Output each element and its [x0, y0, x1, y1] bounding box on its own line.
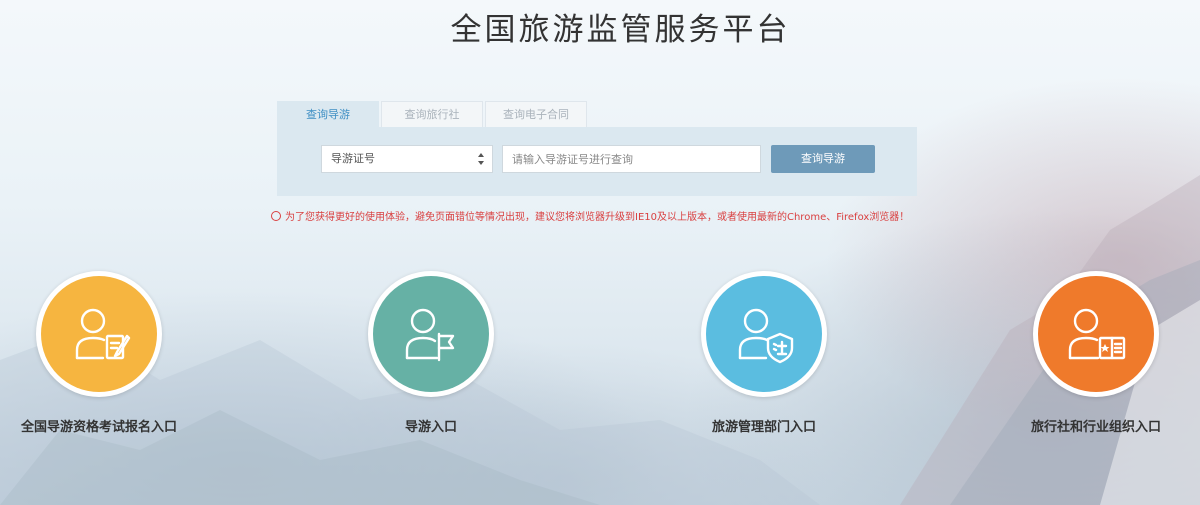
search-panel-body: 导游证号 查询导游 [277, 127, 917, 196]
tab-query-e-contract[interactable]: 查询电子合同 [485, 101, 587, 127]
browser-warning: 为了您获得更好的使用体验，避免页面错位等情况出现，建议您将浏览器升级到IE10及… [271, 211, 931, 225]
person-certificate-icon [1068, 308, 1126, 360]
browser-warning-text: 为了您获得更好的使用体验，避免页面错位等情况出现，建议您将浏览器升级到IE10及… [285, 212, 910, 223]
tab-query-guide[interactable]: 查询导游 [277, 101, 379, 127]
entry-tourism-authority[interactable]: 旅游管理部门入口 [664, 271, 864, 441]
entry-guide-label: 导游入口 [404, 420, 457, 435]
person-flag-icon [405, 308, 455, 362]
entry-icon-ring [36, 271, 162, 397]
entry-icon-ring [701, 271, 827, 397]
select-arrows-icon [478, 153, 484, 165]
entry-icon-disc [373, 276, 489, 392]
entry-icon-disc [41, 276, 157, 392]
entry-icon-ring [1033, 271, 1159, 397]
page-title: 全国旅游监管服务平台 [450, 12, 791, 48]
search-input[interactable] [502, 145, 761, 173]
person-edit-icon [75, 308, 131, 360]
search-tabs: 查询导游 查询旅行社 查询电子合同 [277, 101, 589, 127]
entry-icon-disc [1038, 276, 1154, 392]
entry-icon-ring [368, 271, 494, 397]
entry-icon-disc [706, 276, 822, 392]
search-panel: 查询导游 查询旅行社 查询电子合同 导游证号 查询导游 [277, 101, 917, 196]
entry-agency-organization-label: 旅行社和行业组织入口 [1030, 420, 1161, 435]
entry-exam-registration-label: 全国导游资格考试报名入口 [20, 420, 177, 435]
search-button[interactable]: 查询导游 [771, 145, 875, 173]
entry-agency-organization[interactable]: 旅行社和行业组织入口 [996, 271, 1196, 441]
entry-guide[interactable]: 导游入口 [331, 271, 531, 441]
search-type-select[interactable]: 导游证号 [321, 145, 493, 173]
entry-exam-registration[interactable]: 全国导游资格考试报名入口 [0, 271, 199, 441]
person-law-shield-icon [738, 308, 794, 364]
warning-circle-icon [271, 211, 281, 221]
tab-query-agency[interactable]: 查询旅行社 [381, 101, 483, 127]
search-type-select-value: 导游证号 [331, 152, 375, 165]
entry-tourism-authority-label: 旅游管理部门入口 [711, 420, 816, 435]
